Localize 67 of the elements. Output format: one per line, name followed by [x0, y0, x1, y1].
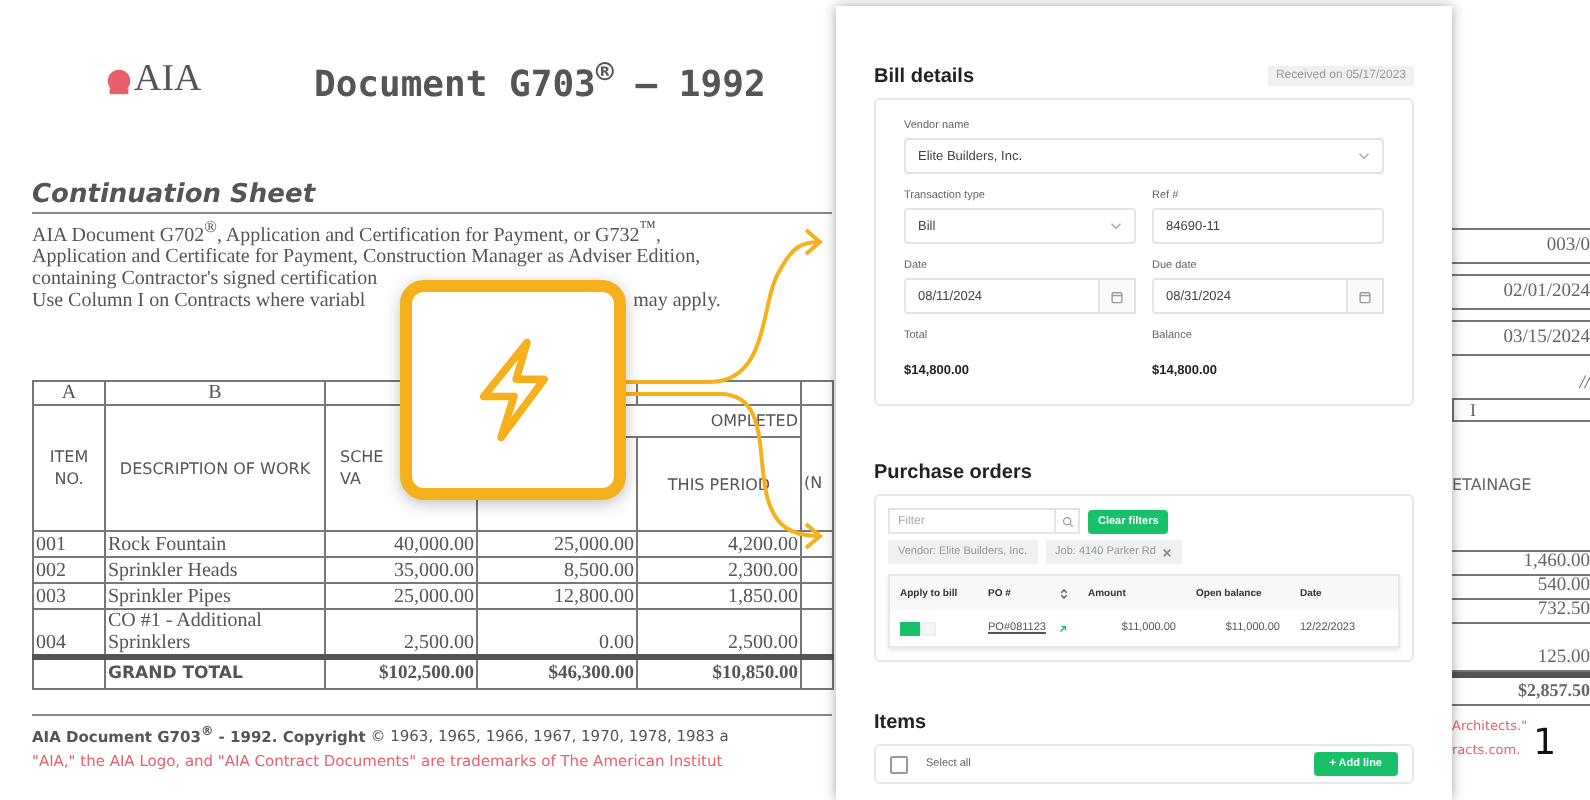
table-cell: 25,000.00: [554, 534, 634, 556]
section-title: Purchase orders: [874, 461, 1032, 483]
column-letter: A: [61, 383, 77, 404]
table-cell: 35,000.00: [394, 560, 474, 582]
table-cell: GRAND TOTAL: [108, 663, 243, 684]
table-cell: 125.00: [1452, 624, 1590, 672]
table-cell: 003: [36, 586, 66, 608]
link-icon[interactable]: [1058, 623, 1068, 633]
chevron-icon: [1358, 152, 1370, 160]
table-cell: 732.50: [1452, 600, 1590, 624]
table-cell: 2,300.00: [728, 560, 798, 582]
select-all-checkbox[interactable]: [890, 755, 908, 773]
column-header: ITEM NO.: [49, 448, 89, 489]
sort-icon[interactable]: [1060, 587, 1068, 599]
calendar-button[interactable]: [1348, 278, 1384, 314]
table-cell: Sprinkler Heads: [108, 560, 238, 582]
column-header: (N: [804, 474, 823, 493]
table-cell: CO #1 - Additional Sprinklers: [108, 611, 262, 655]
column-header: SCHE: [338, 446, 386, 469]
search-button[interactable]: [1056, 508, 1080, 534]
table-cell: 40,000.00: [394, 534, 474, 556]
table-cell: 0.00: [599, 632, 634, 655]
table-cell: 1,460.00: [1452, 552, 1590, 576]
table-cell: 8,500.00: [564, 560, 634, 582]
column-letter: I: [1452, 398, 1590, 422]
intro-text: containing Contractor's signed certification: [32, 268, 380, 291]
table-cell: 001: [36, 534, 66, 556]
apply-toggle[interactable]: [900, 621, 936, 635]
table-cell: Sprinkler Pipes: [108, 586, 231, 608]
table-cell: 1,850.00: [728, 586, 798, 608]
table-cell: Rock Fountain: [108, 534, 227, 556]
logo-icon: [104, 65, 134, 95]
info-cell: 02/01/2024: [1452, 274, 1590, 310]
section-title: Bill details: [874, 65, 975, 87]
column-letter: B: [208, 383, 222, 404]
close-icon[interactable]: [1161, 547, 1172, 557]
info-cell: 003/0: [1452, 228, 1590, 264]
table-cell: 4,200.00: [728, 534, 798, 556]
column-header: DESCRIPTION OF WORK: [119, 459, 311, 478]
table-cell: 25,000.00: [394, 586, 474, 608]
intro-text: Application and Certificate for Payment, Construction Manager as Adviser Edition,: [32, 246, 703, 269]
table-cell: 2,500.00: [728, 632, 798, 655]
table-cell: $2,857.50: [1452, 672, 1590, 706]
intro-text: AIA Document G702$^{®}$, Application and Certification for Payment, or G732$^{™}$,: [32, 216, 663, 247]
table-cell: 540.00: [1452, 576, 1590, 600]
calendar-icon: [1110, 289, 1124, 303]
logo-text: AIA: [134, 58, 202, 102]
chevron-icon: [1110, 222, 1122, 230]
table-cell: $10,850.00: [712, 663, 798, 684]
table-cell: $102,500.00: [379, 663, 474, 684]
table-cell: 002: [36, 560, 66, 582]
column-header: ETAINAGE: [1452, 422, 1590, 552]
table-cell: 004: [36, 632, 66, 655]
info-cell: 03/15/2024: [1452, 320, 1590, 356]
sheet-heading: Continuation Sheet: [32, 180, 832, 214]
table-cell: 12,800.00: [554, 586, 634, 608]
page-number: 1: [1533, 726, 1557, 762]
calendar-button[interactable]: [1100, 278, 1136, 314]
table-cell: $46,300.00: [548, 663, 634, 684]
section-title: Items: [874, 711, 927, 733]
intro-text: may apply.: [633, 290, 721, 313]
column-header: VA: [338, 468, 363, 491]
intro-text: Use Column I on Contracts where variabl: [32, 290, 366, 313]
table-cell: 2,500.00: [404, 632, 474, 655]
calendar-icon: [1358, 289, 1372, 303]
document-title: Document G703$^{®}$ — 1992: [314, 54, 766, 106]
search-icon: [1061, 515, 1073, 527]
